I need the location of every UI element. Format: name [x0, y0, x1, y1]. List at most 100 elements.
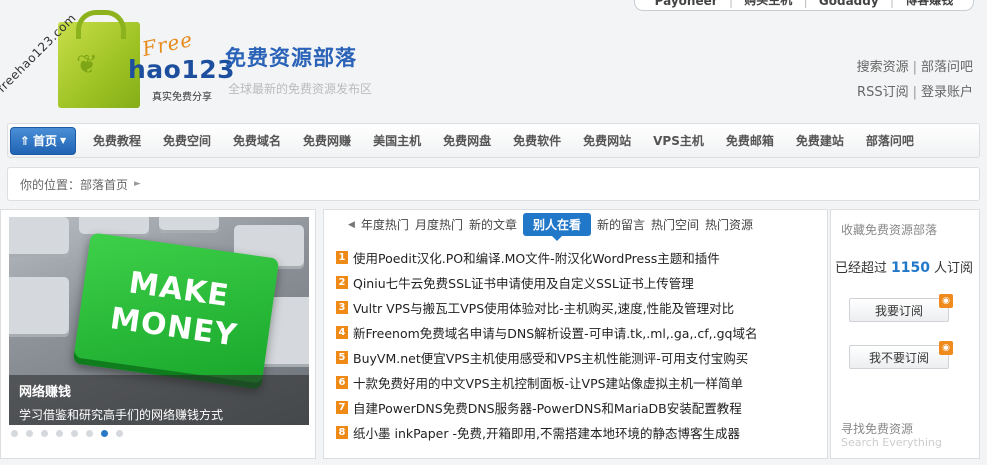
- nav-item[interactable]: 免费域名: [222, 132, 292, 149]
- nav-item[interactable]: 免费邮箱: [715, 132, 785, 149]
- rank-badge: 1: [336, 251, 348, 264]
- rank-badge: 3: [336, 301, 348, 314]
- nav-item[interactable]: 免费空间: [152, 132, 222, 149]
- tab-monthly-hot[interactable]: 月度热门: [415, 216, 463, 233]
- tab-hot-resources[interactable]: 热门资源: [705, 216, 753, 233]
- nav-item[interactable]: VPS主机: [642, 132, 715, 149]
- site-title: 免费资源部落: [225, 46, 357, 70]
- list-item[interactable]: 7 自建PowerDNS免费DNS服务器-PowerDNS和MariaDB安装配置…: [336, 395, 757, 420]
- nav-item[interactable]: 免费软件: [502, 132, 572, 149]
- chevron-right-icon: ►: [134, 179, 141, 189]
- list-item[interactable]: 1 使用Poedit汉化.PO和编译.MO文件-附汉化WordPress主题和插件: [336, 245, 757, 270]
- slider-dot[interactable]: [86, 430, 93, 437]
- breadcrumb-prefix: 你的位置：: [20, 177, 81, 192]
- chevron-down-icon: ▼: [59, 136, 67, 145]
- separator: |: [912, 60, 917, 75]
- rank-badge: 2: [336, 276, 348, 289]
- article-list: 1 使用Poedit汉化.PO和编译.MO文件-附汉化WordPress主题和插件…: [336, 245, 757, 445]
- article-title[interactable]: Qiniu七牛云免费SSL证书申请使用及自定义SSL证书上传管理: [353, 273, 694, 292]
- article-title[interactable]: 自建PowerDNS免费DNS服务器-PowerDNS和MariaDB安装配置教…: [353, 398, 742, 417]
- make-money-key: MAKE MONEY: [72, 232, 280, 390]
- partner-link-blog-money[interactable]: 博客赚钱: [905, 0, 953, 8]
- chevron-left-icon[interactable]: ◀: [348, 220, 355, 230]
- list-item[interactable]: 4 新Freenom免费域名申请与DNS解析设置-可申请.tk,.ml,.ga,.…: [336, 320, 757, 345]
- rank-badge: 6: [336, 376, 348, 389]
- keyboard-key: [159, 217, 219, 233]
- search-resources-link[interactable]: 搜索资源: [857, 60, 909, 75]
- slider-dot[interactable]: [26, 430, 33, 437]
- breadcrumb-home[interactable]: 部落首页: [80, 176, 128, 193]
- subscribe-title: 收藏免费资源部落: [841, 223, 938, 237]
- search-title: 寻找免费资源: [841, 422, 914, 436]
- partner-link-payoneer[interactable]: Payoneer: [655, 0, 718, 8]
- slide-caption-subtitle: 学习借鉴和研究高手们的网络赚钱方式: [19, 408, 224, 422]
- rss-link[interactable]: RSS订阅: [857, 85, 909, 100]
- header-links: 搜索资源 | 部落问吧 RSS订阅 | 登录账户: [857, 55, 973, 105]
- keyboard-key: [79, 217, 149, 237]
- separator: |: [803, 0, 808, 8]
- subscribe-button[interactable]: 我要订阅: [849, 298, 949, 322]
- slider-dot[interactable]: [56, 430, 63, 437]
- slider-dot[interactable]: [11, 430, 18, 437]
- slide-caption[interactable]: 网络赚钱 学习借鉴和研究高手们的网络赚钱方式: [9, 375, 309, 425]
- list-item[interactable]: 5 BuyVM.net便宜VPS主机使用感受和VPS主机性能测评-可用支付宝购买: [336, 345, 757, 370]
- site-subtitle: 全球最新的免费资源发布区: [228, 82, 373, 96]
- article-title[interactable]: BuyVM.net便宜VPS主机使用感受和VPS主机性能测评-可用支付宝购买: [353, 348, 748, 367]
- logo-tagline: 真实免费分享: [152, 92, 212, 103]
- article-title[interactable]: 十款免费好用的中文VPS主机控制面板-让VPS建站像虚拟主机一样简单: [353, 373, 743, 392]
- tab-new-articles[interactable]: 新的文章: [469, 216, 517, 233]
- list-item[interactable]: 8 纸小墨 inkPaper -免费,开箱即用,不需搭建本地环境的静态博客生成器: [336, 420, 757, 445]
- search-subtitle: Search Everything: [841, 436, 942, 449]
- unsubscribe-button[interactable]: 我不要订阅: [849, 345, 949, 369]
- rank-badge: 4: [336, 326, 348, 339]
- login-link[interactable]: 登录账户: [921, 85, 973, 100]
- tab-hot-hosting[interactable]: 热门空间: [651, 216, 699, 233]
- partner-link-buy-host[interactable]: 购买主机: [744, 0, 792, 8]
- list-item[interactable]: 2 Qiniu七牛云免费SSL证书申请使用及自定义SSL证书上传管理: [336, 270, 757, 295]
- list-item[interactable]: 6 十款免费好用的中文VPS主机控制面板-让VPS建站像虚拟主机一样简单: [336, 370, 757, 395]
- keyboard-key: [9, 217, 69, 257]
- rank-badge: 7: [336, 401, 348, 414]
- count-prefix: 已经超过: [835, 261, 888, 276]
- keyboard-key: [9, 277, 69, 337]
- nav-home-button[interactable]: ⇑ 首页 ▼: [10, 126, 76, 155]
- slider-dot[interactable]: [41, 430, 48, 437]
- tab-yearly-hot[interactable]: 年度热门: [361, 216, 409, 233]
- main-nav: ⇑ 首页 ▼ 免费教程 免费空间 免费域名 免费网赚 美国主机 免费网盘 免费软…: [7, 123, 980, 158]
- partner-strip: Payoneer | 购买主机 | Godaddy | 博客赚钱: [634, 0, 974, 11]
- list-item[interactable]: 3 Vultr VPS与搬瓦工VPS使用体验对比-主机购买,速度,性能及管理对比: [336, 295, 757, 320]
- nav-home-label: 首页: [32, 134, 57, 148]
- tab-new-comments[interactable]: 新的留言: [597, 216, 645, 233]
- rss-icon: ◉: [939, 294, 953, 308]
- separator: |: [912, 85, 917, 100]
- article-title[interactable]: 新Freenom免费域名申请与DNS解析设置-可申请.tk,.ml,.ga,.c…: [353, 323, 757, 342]
- tab-others-reading[interactable]: 别人在看: [522, 213, 591, 241]
- nav-item[interactable]: 部落问吧: [855, 132, 925, 149]
- count-number: 1150: [891, 260, 930, 276]
- slider-dot[interactable]: [116, 430, 123, 437]
- article-title[interactable]: Vultr VPS与搬瓦工VPS使用体验对比-主机购买,速度,性能及管理对比: [353, 298, 734, 317]
- slider-dot[interactable]: [71, 430, 78, 437]
- article-tabs: ◀ 年度热门 月度热门 新的文章 别人在看 新的留言 热门空间 热门资源: [348, 213, 759, 241]
- breadcrumb: 你的位置： 部落首页 ►: [7, 167, 980, 201]
- rank-badge: 5: [336, 351, 348, 364]
- nav-item[interactable]: 免费网赚: [292, 132, 362, 149]
- nav-item[interactable]: 免费建站: [785, 132, 855, 149]
- qa-link[interactable]: 部落问吧: [921, 60, 973, 75]
- nav-item[interactable]: 免费网站: [572, 132, 642, 149]
- partner-link-godaddy[interactable]: Godaddy: [819, 0, 879, 8]
- article-title[interactable]: 使用Poedit汉化.PO和编译.MO文件-附汉化WordPress主题和插件: [353, 248, 720, 267]
- home-icon: ⇑: [19, 133, 30, 148]
- count-suffix: 人订阅: [933, 261, 973, 276]
- separator: |: [728, 0, 733, 8]
- slide-caption-title: 网络赚钱: [19, 385, 72, 400]
- nav-item[interactable]: 美国主机: [362, 132, 432, 149]
- leaf-icon: ❦: [76, 50, 98, 80]
- article-title[interactable]: 纸小墨 inkPaper -免费,开箱即用,不需搭建本地环境的静态博客生成器: [353, 423, 740, 442]
- slider-dot-active[interactable]: [101, 430, 108, 437]
- site-logo[interactable]: ❦ freehao123.com Free hao123 真实免费分享: [0, 10, 235, 110]
- article-panel: ◀ 年度热门 月度热门 新的文章 别人在看 新的留言 热门空间 热门资源 1 使用…: [323, 209, 828, 459]
- nav-item[interactable]: 免费网盘: [432, 132, 502, 149]
- nav-item[interactable]: 免费教程: [82, 132, 152, 149]
- subscriber-count: 已经超过 1150 人订阅: [835, 257, 973, 276]
